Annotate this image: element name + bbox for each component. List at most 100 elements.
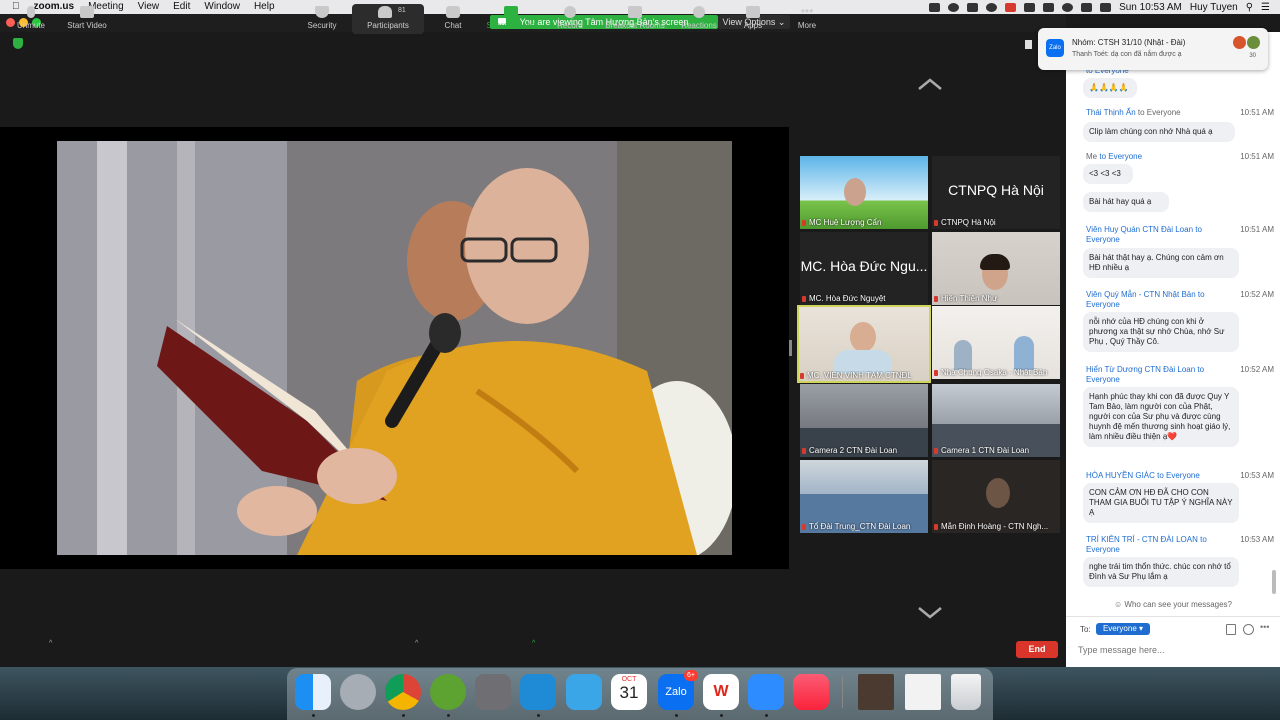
trash-icon[interactable] [951,674,981,710]
audio-options-caret-icon[interactable]: ^ [49,640,52,647]
share-options-caret-icon[interactable]: ^ [532,640,535,647]
breakout-rooms-button[interactable]: Breakout Rooms [603,4,667,34]
menu-window[interactable]: Window [204,0,240,14]
muted-mic-icon [934,524,938,530]
message-bubble[interactable]: nghe trái tim thổn thức. chúc con nhớ tổ… [1083,557,1239,587]
vpn-icon[interactable] [986,2,998,12]
tile-caption: MC. VIÊN VINH TÂM CTNĐL [800,371,928,380]
more-label: More [797,21,817,30]
chat-panel: to Everyone 🙏🙏🙏🙏 Thái Thịnh Ấn to Everyo… [1066,32,1280,667]
clock[interactable]: Sun 10:53 AM [1119,2,1182,13]
vscode-icon[interactable] [520,674,556,710]
message-visibility-link[interactable]: ☺ Who can see your messages? [1066,600,1280,609]
wps-office-icon[interactable]: W [703,674,739,710]
participants-button[interactable]: 81 Participants [352,4,424,34]
battery-icon[interactable] [1081,2,1093,12]
display-icon[interactable] [1024,2,1036,12]
speaker-video [57,141,732,555]
volume-icon[interactable] [1043,2,1055,12]
video-tile[interactable]: Camera 2 CTN Đài Loan [800,384,928,457]
user-name[interactable]: Huy Tuyen [1190,2,1238,13]
start-video-button[interactable]: Start Video [64,4,110,34]
tile-caption: Camera 2 CTN Đài Loan [802,446,926,455]
security-button[interactable]: Security [304,4,340,34]
launchpad-icon[interactable] [340,674,376,710]
xcode-tools-icon[interactable] [566,674,602,710]
recent-window-thumbnail[interactable] [858,674,894,710]
file-icon[interactable] [1226,624,1236,635]
end-meeting-button[interactable]: End [1016,641,1058,658]
menu-list-icon[interactable]: ☰ [1261,2,1270,13]
active-speaker-tile[interactable]: MC. VIÊN VINH TÂM CTNĐL [797,305,931,383]
video-tile[interactable]: Tổ Đài Trung_CTN Đài Loan [800,460,928,533]
message-bubble[interactable]: <3 <3 <3 [1083,164,1133,184]
message-sender[interactable]: Thái Thịnh Ấn [1086,108,1136,117]
pen-icon[interactable] [948,2,960,12]
apps-button[interactable]: Apps [738,4,768,34]
share-screen-button[interactable]: Share Screen [484,4,538,34]
calendar-icon[interactable]: OCT 31 [611,674,647,710]
chat-scrollbar[interactable] [1272,570,1276,594]
encryption-shield-icon[interactable] [13,38,23,49]
message-sender[interactable]: TRÍ KIÊN TRÍ - CTN ĐÀI LOAN [1086,535,1198,544]
video-tile[interactable]: MC. Hòa Đức Ngu... MC. Hòa Đức Nguyệt [800,232,928,305]
zoom-icon[interactable] [748,674,784,710]
apps-label: Apps [743,21,763,30]
music-icon[interactable] [793,674,829,710]
recipient-dropdown[interactable]: Everyone ▾ [1096,623,1150,635]
recent-document-thumbnail[interactable] [905,674,941,710]
layout-toggle-icon[interactable] [1025,40,1032,49]
chat-message-input[interactable] [1078,643,1268,657]
running-indicator [675,714,678,717]
reactions-button[interactable]: Reactions [679,4,719,34]
link-icon[interactable] [967,2,979,12]
menu-edit[interactable]: Edit [173,0,190,14]
chat-button[interactable]: Chat [438,4,468,34]
zalo-notification[interactable]: Zalo Nhóm: CTSH 31/10 (Nhật - Đài) Thanh… [1038,28,1268,70]
video-tile[interactable]: CTNPQ Hà Nội CTNPQ Hà Nội [932,156,1060,229]
menu-help[interactable]: Help [254,0,275,14]
message-bubble[interactable]: Clip làm chúng con nhớ Nhà quá ạ [1083,122,1235,142]
input-source-icon[interactable] [1100,2,1112,12]
video-tile[interactable]: Camera 1 CTN Đài Loan [932,384,1060,457]
more-button[interactable]: ••• More [792,4,822,34]
menu-view[interactable]: View [138,0,160,14]
message-bubble[interactable]: CON CẢM ƠN HĐ ĐÃ CHO CON THAM GIA BUỔI T… [1083,483,1239,523]
v-app-icon[interactable] [1005,2,1017,12]
message-bubble[interactable]: 🙏🙏🙏🙏 [1083,78,1137,98]
search-icon[interactable]: ⚲ [1246,2,1253,13]
message-sender[interactable]: HÒA HUYỀN GIÁC [1086,471,1155,480]
message-bubble[interactable]: Bài hát thật hay ạ. Chúng con cảm ơn HĐ … [1083,248,1239,278]
participants-caret-icon[interactable]: ^ [415,640,418,647]
people-icon: ☺ [1113,600,1123,609]
spring-app-icon[interactable] [430,674,466,710]
wifi-icon[interactable] [1062,2,1074,12]
chat-message-list[interactable]: to Everyone 🙏🙏🙏🙏 Thái Thịnh Ấn to Everyo… [1066,66,1280,630]
video-tile[interactable]: Nhà Chung Osaka - Nhật Bản [932,306,1060,379]
notification-title: Nhóm: CTSH 31/10 (Nhật - Đài) [1072,38,1186,47]
message-sender[interactable]: Viên Huy Quán CTN Đài Loan [1086,225,1193,234]
system-preferences-icon[interactable] [475,674,511,710]
record-button[interactable]: Record [552,4,588,34]
panel-splitter[interactable] [789,340,792,356]
scroll-down-arrow-icon[interactable] [917,606,943,620]
finder-icon[interactable] [295,674,331,710]
message-bubble[interactable]: Hạnh phúc thay khi con đã được Quy Y Tam… [1083,387,1239,447]
chrome-icon[interactable] [385,674,421,710]
participants-icon-row: 81 [352,4,424,21]
scroll-up-arrow-icon[interactable] [917,77,943,91]
more-options-icon[interactable]: ••• [1260,622,1269,632]
unmute-button[interactable]: Unmute [12,4,50,34]
unmute-label: Unmute [16,21,45,30]
security-label: Security [307,21,337,30]
message-sender[interactable]: Viên Quý Mẫn - CTN Nhật Bản [1086,290,1196,299]
video-tile[interactable]: MC Huệ Lượng Cẩn [800,156,928,229]
zalo-icon[interactable]: Zalo 6+ [658,670,698,710]
message-sender[interactable]: Hiển Từ Dương CTN Đài Loan [1086,365,1195,374]
emoji-icon[interactable] [1243,624,1254,635]
zoom-status-icon[interactable] [929,2,941,12]
video-tile[interactable]: Mẫn Định Hoàng - CTN Ngh... [932,460,1060,533]
video-tile[interactable]: Hiền Thiện Như [932,232,1060,305]
message-bubble[interactable]: Bài hát hay quá ạ [1083,192,1169,212]
message-bubble[interactable]: nỗi nhớ của HĐ chúng con khi ở phương xa… [1083,312,1239,352]
